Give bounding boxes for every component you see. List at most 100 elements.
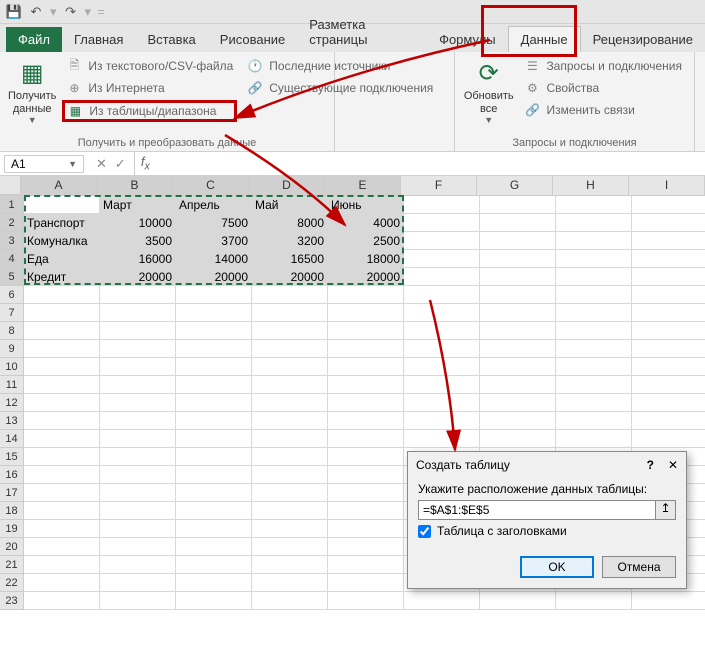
cell[interactable]: Еда	[24, 250, 100, 268]
cell[interactable]	[100, 304, 176, 322]
cell[interactable]	[328, 466, 404, 484]
cell[interactable]	[480, 412, 556, 430]
cell[interactable]	[100, 538, 176, 556]
cell[interactable]	[176, 286, 252, 304]
cell[interactable]	[252, 340, 328, 358]
row-header[interactable]: 20	[0, 538, 24, 556]
cell[interactable]	[100, 322, 176, 340]
row-header[interactable]: 4	[0, 250, 24, 268]
cancel-formula-icon[interactable]: ✕	[96, 156, 107, 172]
cell[interactable]: Июнь	[328, 196, 404, 214]
range-picker-button[interactable]: ↥	[656, 500, 676, 520]
row-header[interactable]: 10	[0, 358, 24, 376]
cell[interactable]	[404, 412, 480, 430]
cell[interactable]	[556, 232, 632, 250]
cell[interactable]	[556, 214, 632, 232]
accept-formula-icon[interactable]: ✓	[115, 156, 126, 172]
cell[interactable]	[24, 430, 100, 448]
cell[interactable]	[328, 502, 404, 520]
cell[interactable]	[24, 448, 100, 466]
cell[interactable]	[24, 394, 100, 412]
cell[interactable]	[328, 304, 404, 322]
cell[interactable]	[480, 340, 556, 358]
cell[interactable]	[252, 484, 328, 502]
cell[interactable]: Март	[100, 196, 176, 214]
cell[interactable]	[632, 196, 705, 214]
cell[interactable]	[252, 502, 328, 520]
cell[interactable]	[100, 340, 176, 358]
edit-links-button[interactable]: 🔗Изменить связи	[520, 100, 686, 120]
column-header[interactable]: B	[97, 176, 173, 195]
cell[interactable]	[632, 412, 705, 430]
cell[interactable]: 3700	[176, 232, 252, 250]
cell[interactable]: 8000	[252, 214, 328, 232]
cell[interactable]	[100, 520, 176, 538]
row-header[interactable]: 23	[0, 592, 24, 610]
range-input[interactable]	[418, 500, 656, 520]
cell[interactable]: 7500	[176, 214, 252, 232]
cell[interactable]	[24, 322, 100, 340]
cell[interactable]	[404, 376, 480, 394]
cell[interactable]	[556, 340, 632, 358]
cell[interactable]	[480, 304, 556, 322]
cell[interactable]	[176, 376, 252, 394]
cell[interactable]	[24, 376, 100, 394]
cell[interactable]	[252, 358, 328, 376]
cell[interactable]	[328, 448, 404, 466]
redo-icon[interactable]: ↷	[63, 4, 79, 20]
cell[interactable]: Транспорт	[24, 214, 100, 232]
cell[interactable]	[480, 196, 556, 214]
cell[interactable]	[176, 466, 252, 484]
cell[interactable]	[100, 502, 176, 520]
cell[interactable]	[632, 232, 705, 250]
cell[interactable]	[176, 412, 252, 430]
cell[interactable]: 20000	[328, 268, 404, 286]
cell[interactable]	[632, 592, 705, 610]
cell[interactable]: 10000	[100, 214, 176, 232]
cell[interactable]	[404, 196, 480, 214]
row-header[interactable]: 17	[0, 484, 24, 502]
cell[interactable]: 20000	[176, 268, 252, 286]
cell[interactable]	[556, 304, 632, 322]
row-header[interactable]: 12	[0, 394, 24, 412]
cell[interactable]	[176, 538, 252, 556]
refresh-all-button[interactable]: ⟳ Обновить все ▼	[463, 56, 514, 128]
cell[interactable]	[176, 592, 252, 610]
row-header[interactable]: 9	[0, 340, 24, 358]
cell[interactable]	[328, 484, 404, 502]
row-header[interactable]: 11	[0, 376, 24, 394]
tab-insert[interactable]: Вставка	[135, 27, 207, 52]
cell[interactable]	[252, 304, 328, 322]
fx-icon[interactable]: fx	[135, 154, 156, 173]
cell[interactable]	[556, 358, 632, 376]
cell[interactable]	[404, 304, 480, 322]
row-header[interactable]: 6	[0, 286, 24, 304]
row-header[interactable]: 15	[0, 448, 24, 466]
cell[interactable]	[480, 250, 556, 268]
row-header[interactable]: 8	[0, 322, 24, 340]
cell[interactable]	[632, 268, 705, 286]
cell[interactable]	[556, 412, 632, 430]
cell[interactable]	[100, 448, 176, 466]
cell[interactable]	[24, 466, 100, 484]
from-csv-button[interactable]: 🗎Из текстового/CSV-файла	[62, 56, 237, 76]
tab-home[interactable]: Главная	[62, 27, 135, 52]
cell[interactable]	[24, 304, 100, 322]
cell[interactable]: Май	[252, 196, 328, 214]
cell[interactable]	[100, 394, 176, 412]
cell[interactable]: 3200	[252, 232, 328, 250]
cell[interactable]	[404, 430, 480, 448]
cell[interactable]: 20000	[100, 268, 176, 286]
cell[interactable]: Кредит	[24, 268, 100, 286]
cell[interactable]	[100, 430, 176, 448]
column-header[interactable]: G	[477, 176, 553, 195]
tab-file[interactable]: Файл	[6, 27, 62, 52]
from-web-button[interactable]: ⊕Из Интернета	[62, 78, 237, 98]
cell[interactable]	[556, 376, 632, 394]
cell[interactable]	[24, 484, 100, 502]
cell[interactable]: 18000	[328, 250, 404, 268]
cell[interactable]	[252, 538, 328, 556]
tab-draw[interactable]: Рисование	[208, 27, 297, 52]
cell[interactable]: 20000	[252, 268, 328, 286]
cell[interactable]	[632, 376, 705, 394]
